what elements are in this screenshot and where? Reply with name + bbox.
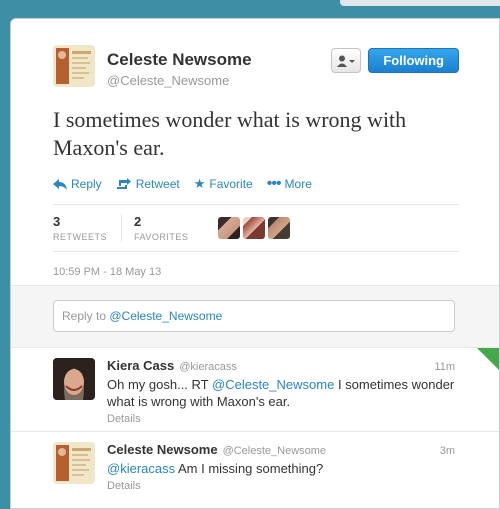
star-icon: ★ [193, 176, 206, 191]
reply-icon [53, 178, 67, 190]
reply-text: @kieracass Am I missing something? [107, 460, 455, 477]
retweet-icon [116, 178, 131, 189]
stats-divider-bottom [53, 251, 459, 252]
reply-author-name[interactable]: Celeste Newsome [107, 442, 218, 457]
retweet-label: Retweet [135, 177, 180, 191]
user-avatar[interactable] [243, 217, 266, 239]
favorites-count: 2 [134, 214, 142, 229]
reply-author-handle[interactable]: @Celeste_Newsome [223, 445, 327, 457]
reply-mention-link[interactable]: @kieracass [107, 461, 175, 476]
favorites-label: FAVORITES [134, 232, 189, 242]
more-label: More [284, 177, 312, 191]
reply-author-name[interactable]: Kiera Cass [107, 358, 174, 373]
favorite-label: Favorite [209, 177, 253, 191]
reply-body: Kiera Cass @kieracass 11m Oh my gosh... … [107, 358, 455, 431]
reply-time[interactable]: 11m [434, 361, 455, 373]
reply-text: Oh my gosh... RT @Celeste_Newsome I some… [107, 376, 455, 410]
reply-mention: @Celeste_Newsome [109, 309, 223, 323]
tweet-stats: 3 RETWEETS 2 FAVORITES [53, 205, 499, 251]
reply-area: Reply to @Celeste_Newsome [11, 285, 499, 347]
reply-header: Celeste Newsome @Celeste_Newsome 3m [107, 442, 455, 457]
reply-avatar[interactable] [53, 442, 95, 484]
author-handle[interactable]: @Celeste_Newsome [107, 73, 252, 88]
reply-avatar[interactable] [53, 358, 95, 400]
reply-text-suffix: Am I missing something? [175, 461, 324, 476]
user-actions: Following [331, 48, 459, 73]
author-avatar[interactable] [53, 45, 95, 87]
user-avatar[interactable] [268, 217, 291, 239]
tweet-main: Celeste Newsome @Celeste_Newsome Followi… [11, 19, 499, 285]
user-dropdown-button[interactable] [331, 48, 362, 73]
reply-tweet[interactable]: Kiera Cass @kieracass 11m Oh my gosh... … [11, 347, 499, 431]
retweets-label: RETWEETS [53, 232, 108, 242]
reply-text-prefix: Oh my gosh... RT [107, 377, 213, 392]
tweet-actions: Reply Retweet ★ Favorite ••• More [53, 176, 499, 192]
conversation-flag-icon [477, 348, 499, 370]
user-avatar[interactable] [218, 217, 241, 239]
retweets-count: 3 [53, 214, 61, 229]
reply-action[interactable]: Reply [53, 177, 102, 191]
details-link[interactable]: Details [107, 413, 455, 425]
reply-header: Kiera Cass @kieracass 11m [107, 358, 455, 373]
retweet-action[interactable]: Retweet [116, 177, 180, 191]
following-button[interactable]: Following [368, 48, 459, 73]
details-link[interactable]: Details [107, 480, 455, 492]
user-icon [337, 55, 356, 67]
reply-author-handle[interactable]: @kieracass [179, 361, 237, 373]
retweets-stat[interactable]: 3 RETWEETS [53, 214, 121, 242]
favorite-action[interactable]: ★ Favorite [194, 176, 253, 192]
author-name[interactable]: Celeste Newsome [107, 50, 252, 70]
more-action[interactable]: ••• More [266, 175, 312, 192]
reply-input[interactable]: Reply to @Celeste_Newsome [53, 300, 455, 332]
author-info: Celeste Newsome @Celeste_Newsome [107, 45, 252, 88]
reply-body: Celeste Newsome @Celeste_Newsome 3m @kie… [107, 442, 455, 508]
reply-tweet[interactable]: Celeste Newsome @Celeste_Newsome 3m @kie… [11, 431, 499, 508]
reply-time[interactable]: 3m [440, 445, 455, 457]
tweet-text: I sometimes wonder what is wrong with Ma… [53, 107, 407, 160]
reply-label: Reply [71, 177, 102, 191]
favorites-stat[interactable]: 2 FAVORITES [121, 214, 202, 242]
top-bar-corner [340, 0, 500, 6]
reply-prefix: Reply to [62, 309, 110, 323]
tweet-card: Celeste Newsome @Celeste_Newsome Followi… [10, 18, 500, 509]
engaged-users [218, 217, 291, 239]
more-dots-icon: ••• [266, 175, 282, 192]
tweet-timestamp[interactable]: 10:59 PM - 18 May 13 [53, 266, 499, 278]
reply-mention-link[interactable]: @Celeste_Newsome [212, 377, 334, 392]
